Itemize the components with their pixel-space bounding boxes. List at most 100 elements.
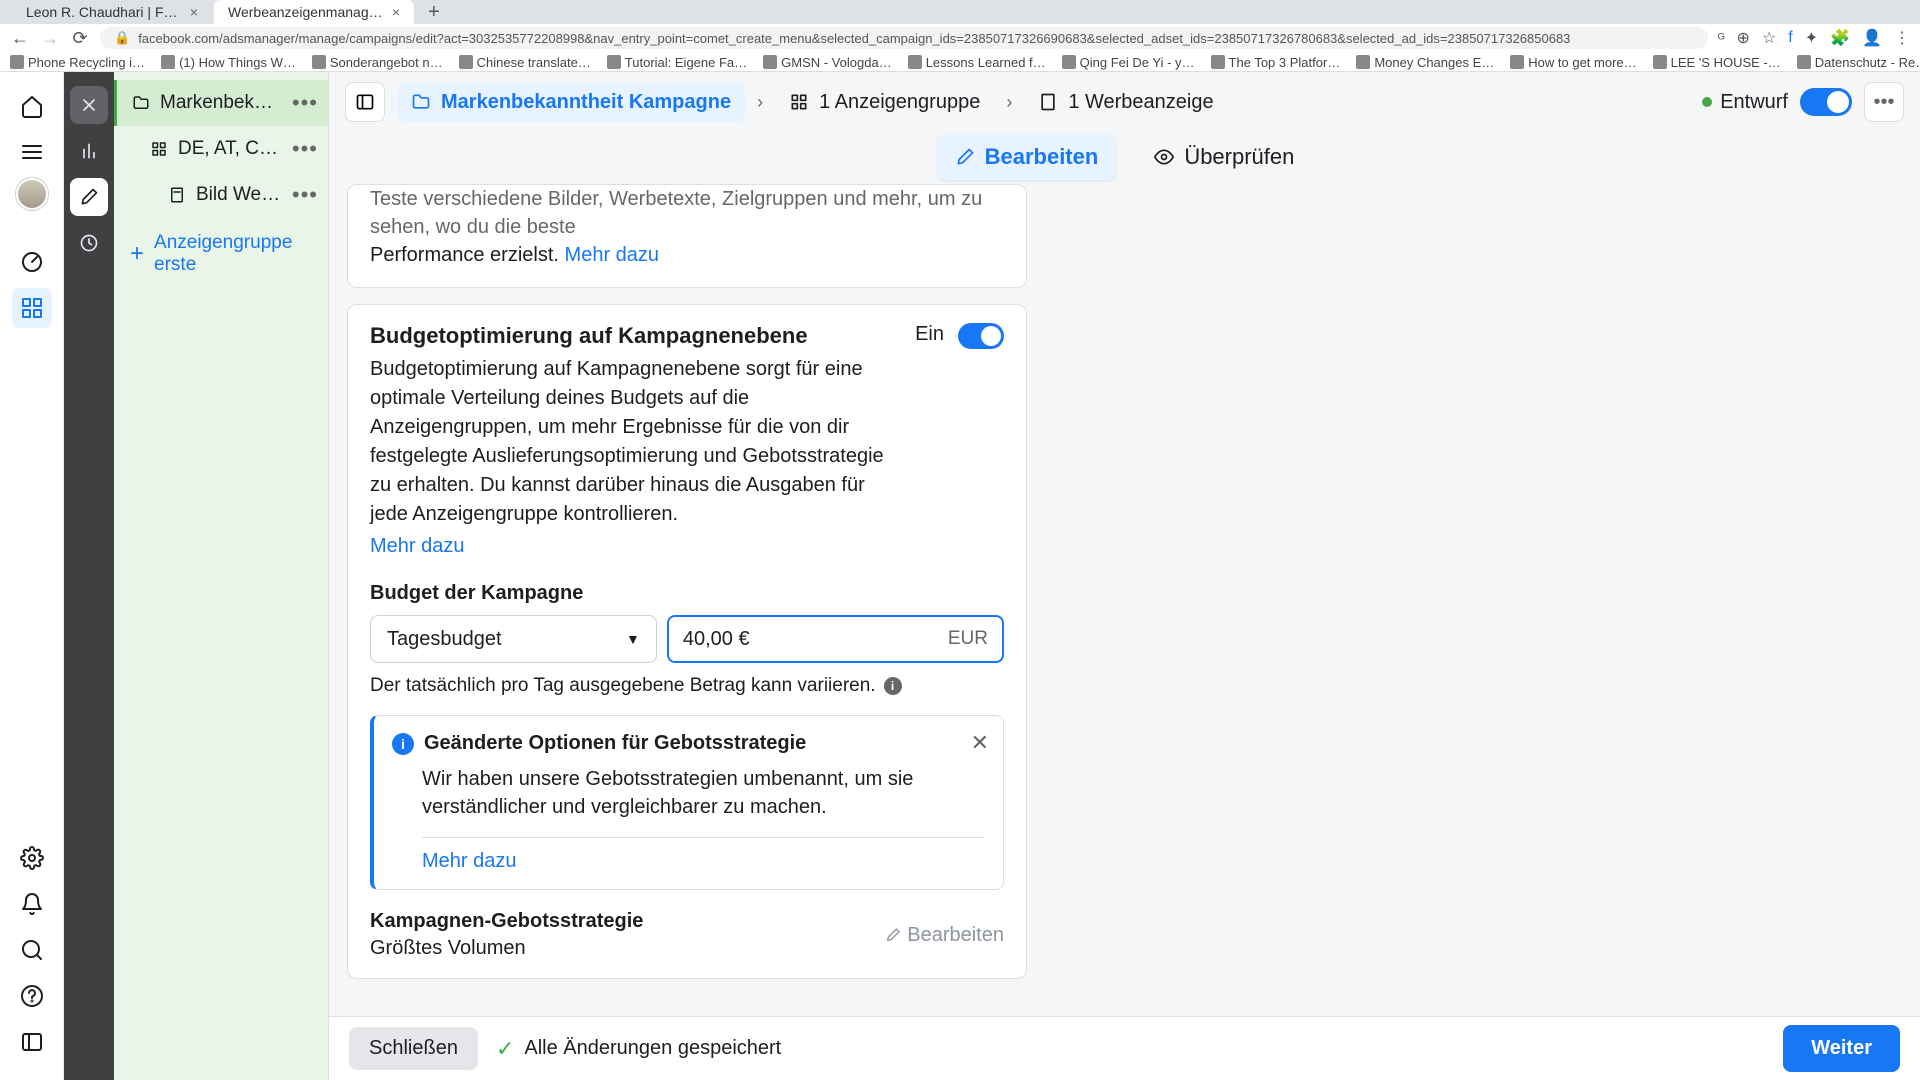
- add-label: Anzeigengruppe erste: [154, 232, 312, 276]
- content-scroll[interactable]: Teste verschiedene Bilder, Werbetexte, Z…: [329, 184, 1920, 1016]
- grid-icon: [150, 140, 168, 158]
- edit-icon[interactable]: [70, 178, 108, 216]
- close-icon[interactable]: ×: [190, 4, 198, 20]
- grid-icon[interactable]: [12, 288, 52, 328]
- profile-icon[interactable]: 👤: [1862, 28, 1882, 48]
- gauge-icon[interactable]: [12, 242, 52, 282]
- avatar[interactable]: [16, 178, 48, 210]
- tab-edit[interactable]: Bearbeiten: [937, 134, 1117, 180]
- edit-label: Bearbeiten: [907, 924, 1004, 947]
- tree-label: DE, AT, CH,…: [178, 138, 282, 160]
- editor-nav-strip: [64, 72, 114, 1080]
- campaign-toggle[interactable]: [1800, 88, 1852, 116]
- section-desc: Budgetoptimierung auf Kampagnenebene sor…: [370, 355, 901, 529]
- history-icon[interactable]: [70, 224, 108, 262]
- facebook-icon[interactable]: f: [1788, 29, 1792, 47]
- banner-text: Wir haben unsere Gebotsstrategien umbena…: [422, 765, 985, 821]
- browser-tab[interactable]: Leon R. Chaudhari | Facebook ×: [12, 0, 212, 24]
- tab-bar: Leon R. Chaudhari | Facebook × Werbeanze…: [0, 0, 1920, 24]
- menu-icon[interactable]: ⋮: [1894, 28, 1910, 48]
- save-status: ✓ Alle Änderungen gespeichert: [496, 1036, 781, 1062]
- bookmark-bar: Phone Recycling i… (1) How Things W… Son…: [0, 52, 1920, 72]
- more-button[interactable]: •••: [1864, 82, 1904, 122]
- budget-hint: Der tatsächlich pro Tag ausgegebene Betr…: [370, 675, 1004, 697]
- close-editor-button[interactable]: [70, 86, 108, 124]
- bookmark[interactable]: Phone Recycling i…: [10, 55, 145, 70]
- breadcrumb-bar: Markenbekanntheit Kampagne › 1 Anzeigeng…: [329, 72, 1920, 132]
- gear-icon[interactable]: [12, 838, 52, 878]
- amount-field[interactable]: [683, 628, 948, 651]
- tree-campaign-item[interactable]: Markenbekan… •••: [114, 80, 328, 126]
- bell-icon[interactable]: [12, 884, 52, 924]
- back-icon[interactable]: ←: [10, 28, 30, 49]
- learn-more-link[interactable]: Mehr dazu: [565, 244, 660, 266]
- info-icon[interactable]: i: [884, 677, 902, 695]
- panel-toggle-button[interactable]: [345, 82, 385, 122]
- learn-more-link[interactable]: Mehr dazu: [370, 535, 901, 558]
- more-icon[interactable]: •••: [292, 136, 318, 162]
- banner-title: Geänderte Optionen für Gebotsstrategie: [424, 732, 806, 755]
- bookmark[interactable]: Datenschutz - Re…: [1797, 55, 1920, 70]
- more-icon[interactable]: •••: [292, 90, 318, 116]
- breadcrumb-adset[interactable]: 1 Anzeigengruppe: [775, 83, 994, 122]
- check-icon: ✓: [496, 1036, 514, 1062]
- bookmark[interactable]: The Top 3 Platfor…: [1211, 55, 1341, 70]
- tree-adset-item[interactable]: DE, AT, CH,… •••: [114, 126, 328, 172]
- close-icon[interactable]: ✕: [971, 730, 989, 756]
- close-icon[interactable]: ×: [392, 4, 400, 20]
- puzzle-icon[interactable]: 🧩: [1830, 28, 1850, 48]
- bookmark[interactable]: Money Changes E…: [1356, 55, 1494, 70]
- help-icon[interactable]: [12, 976, 52, 1016]
- grid-icon: [789, 92, 809, 112]
- bookmark[interactable]: Sonderangebot n…: [312, 55, 443, 70]
- bookmark[interactable]: LEE 'S HOUSE -…: [1653, 55, 1781, 70]
- hint-text: Der tatsächlich pro Tag ausgegebene Betr…: [370, 675, 876, 697]
- add-adset-button[interactable]: + Anzeigengruppe erste: [114, 218, 328, 290]
- address-bar-row: ← → ⟳ 🔒 facebook.com/adsmanager/manage/c…: [0, 24, 1920, 52]
- bookmark[interactable]: Qing Fei De Yi - y…: [1062, 55, 1195, 70]
- toolbar-icons: ᴳ ⊕ ☆ f ✦ 🧩 👤 ⋮: [1718, 28, 1910, 48]
- budget-opt-toggle[interactable]: [958, 323, 1004, 349]
- home-icon[interactable]: [12, 86, 52, 126]
- forward-icon[interactable]: →: [40, 28, 60, 49]
- collapse-icon[interactable]: [12, 1022, 52, 1062]
- status-label: Entwurf: [1720, 91, 1788, 114]
- browser-tab[interactable]: Werbeanzeigenmanager - We ×: [214, 0, 414, 24]
- menu-icon[interactable]: [12, 132, 52, 172]
- more-icon[interactable]: •••: [292, 182, 318, 208]
- folder-icon: [132, 94, 150, 112]
- currency-label: EUR: [948, 628, 988, 650]
- breadcrumb-ad[interactable]: 1 Werbeanzeige: [1024, 83, 1227, 122]
- extension-icon[interactable]: ✦: [1805, 28, 1818, 48]
- bookmark[interactable]: How to get more…: [1510, 55, 1636, 70]
- budget-type-dropdown[interactable]: Tagesbudget ▼: [370, 615, 657, 663]
- desc-text: Performance erzielst.: [370, 244, 559, 266]
- bookmark[interactable]: Tutorial: Eigene Fa…: [607, 55, 747, 70]
- editor-pane: Markenbekanntheit Kampagne › 1 Anzeigeng…: [329, 72, 1920, 1080]
- chevron-down-icon: ▼: [626, 631, 640, 647]
- next-button[interactable]: Weiter: [1783, 1025, 1900, 1072]
- bookmark[interactable]: Lessons Learned f…: [908, 55, 1046, 70]
- breadcrumb-campaign[interactable]: Markenbekanntheit Kampagne: [397, 83, 745, 122]
- bookmark[interactable]: Chinese translate…: [459, 55, 591, 70]
- edit-strategy-button[interactable]: Bearbeiten: [885, 924, 1004, 947]
- search-icon[interactable]: [12, 930, 52, 970]
- address-bar[interactable]: 🔒 facebook.com/adsmanager/manage/campaig…: [100, 27, 1708, 49]
- bookmark[interactable]: (1) How Things W…: [161, 55, 296, 70]
- tree-ad-item[interactable]: Bild Wer… •••: [114, 172, 328, 218]
- editor-footer: Schließen ✓ Alle Änderungen gespeichert …: [329, 1016, 1920, 1080]
- pencil-icon: [885, 927, 901, 943]
- translate-icon[interactable]: ᴳ: [1718, 30, 1725, 46]
- zoom-icon[interactable]: ⊕: [1737, 28, 1750, 48]
- chart-icon[interactable]: [70, 132, 108, 170]
- close-button[interactable]: Schließen: [349, 1027, 478, 1070]
- crumb-label: Markenbekanntheit Kampagne: [441, 91, 731, 114]
- bookmark[interactable]: GMSN - Vologda…: [763, 55, 892, 70]
- tab-review[interactable]: Überprüfen: [1136, 134, 1312, 180]
- crumb-label: 1 Anzeigengruppe: [819, 91, 980, 114]
- new-tab-button[interactable]: +: [416, 1, 452, 24]
- reload-icon[interactable]: ⟳: [70, 28, 90, 49]
- budget-amount-input[interactable]: EUR: [667, 615, 1004, 663]
- star-icon[interactable]: ☆: [1762, 28, 1776, 48]
- learn-more-link[interactable]: Mehr dazu: [422, 850, 985, 873]
